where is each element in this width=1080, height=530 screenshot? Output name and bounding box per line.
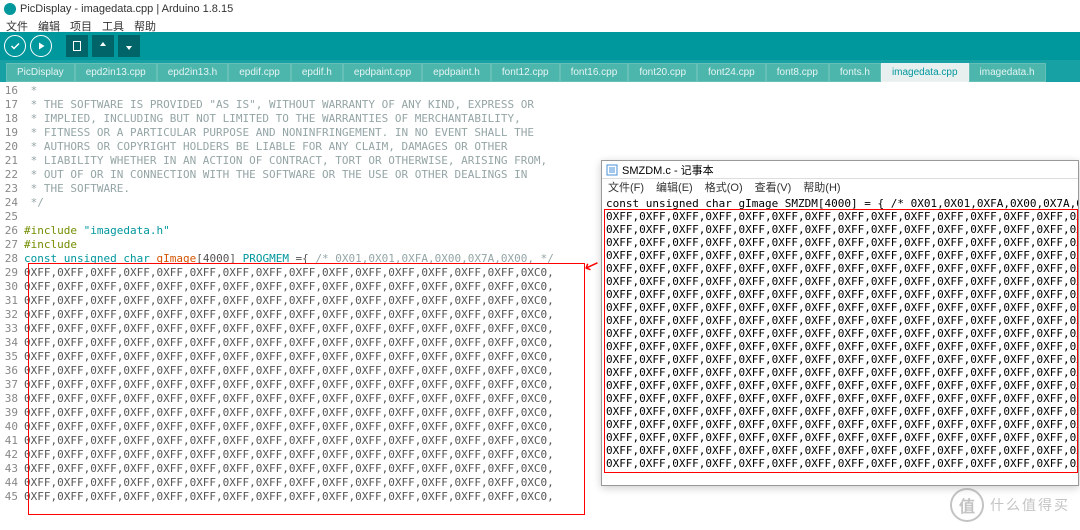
window-title: PicDisplay - imagedata.cpp | Arduino 1.8… [20,3,233,15]
code-line: 18 * IMPLIED, INCLUDING BUT NOT LIMITED … [0,112,1080,126]
tab-PicDisplay[interactable]: PicDisplay [6,63,75,82]
tab-epdpaint.cpp[interactable]: epdpaint.cpp [343,63,422,82]
tab-imagedata.h[interactable]: imagedata.h [969,63,1046,82]
save-button[interactable] [118,35,140,57]
code-line: 20 * AUTHORS OR COPYRIGHT HOLDERS BE LIA… [0,140,1080,154]
notepad-menu-item[interactable]: 文件(F) [608,179,644,195]
notepad-menubar: 文件(F) 编辑(E) 格式(O) 查看(V) 帮助(H) [602,179,1078,195]
upload-button[interactable] [30,35,52,57]
tab-font16.cpp[interactable]: font16.cpp [560,63,629,82]
verify-button[interactable] [4,35,26,57]
menu-item[interactable]: 文件 [6,18,28,32]
tab-epd2in13.h[interactable]: epd2in13.h [157,63,229,82]
code-line: 19 * FITNESS OR A PARTICULAR PURPOSE AND… [0,126,1080,140]
notepad-window[interactable]: SMZDM.c - 记事本 文件(F)编辑(E)格式(O)查看(V)帮助(H) … [601,160,1079,486]
tab-imagedata.cpp[interactable]: imagedata.cpp [881,63,969,82]
tab-epd2in13.cpp[interactable]: epd2in13.cpp [75,63,157,82]
code-line: 17 * THE SOFTWARE IS PROVIDED "AS IS", W… [0,98,1080,112]
tab-fonts.h[interactable]: fonts.h [829,63,881,82]
menubar: 文件编辑项目工具帮助 [0,18,1080,32]
watermark-badge: 值 [950,488,984,522]
code-line: 450XFF,0XFF,0XFF,0XFF,0XFF,0XFF,0XFF,0XF… [0,490,1080,504]
notepad-menu-item[interactable]: 查看(V) [755,179,792,195]
toolbar [0,32,1080,60]
notepad-icon [606,164,618,176]
menu-item[interactable]: 工具 [102,18,124,32]
menu-item[interactable]: 编辑 [38,18,60,32]
tab-font24.cpp[interactable]: font24.cpp [697,63,766,82]
notepad-title: SMZDM.c - 记事本 [622,162,714,178]
new-button[interactable] [66,35,88,57]
notepad-menu-item[interactable]: 格式(O) [705,179,743,195]
notepad-menu-item[interactable]: 帮助(H) [803,179,840,195]
tab-font8.cpp[interactable]: font8.cpp [766,63,829,82]
code-line: 16 * [0,84,1080,98]
open-button[interactable] [92,35,114,57]
tab-bar: PicDisplayepd2in13.cppepd2in13.hepdif.cp… [0,60,1080,82]
window-titlebar: PicDisplay - imagedata.cpp | Arduino 1.8… [0,0,1080,18]
menu-item[interactable]: 帮助 [134,18,156,32]
notepad-titlebar: SMZDM.c - 记事本 [602,161,1078,179]
notepad-body[interactable]: const unsigned char gImage_SMZDM[4000] =… [602,195,1078,472]
notepad-menu-item[interactable]: 编辑(E) [656,179,693,195]
tab-font12.cpp[interactable]: font12.cpp [491,63,560,82]
arduino-icon [4,3,16,15]
menu-item[interactable]: 项目 [70,18,92,32]
tab-font20.cpp[interactable]: font20.cpp [628,63,697,82]
tab-epdif.cpp[interactable]: epdif.cpp [228,63,291,82]
watermark: 值 什么值得买 [950,488,1070,522]
watermark-text: 什么值得买 [990,495,1070,515]
tab-epdif.h[interactable]: epdif.h [291,63,343,82]
tab-epdpaint.h[interactable]: epdpaint.h [422,63,491,82]
